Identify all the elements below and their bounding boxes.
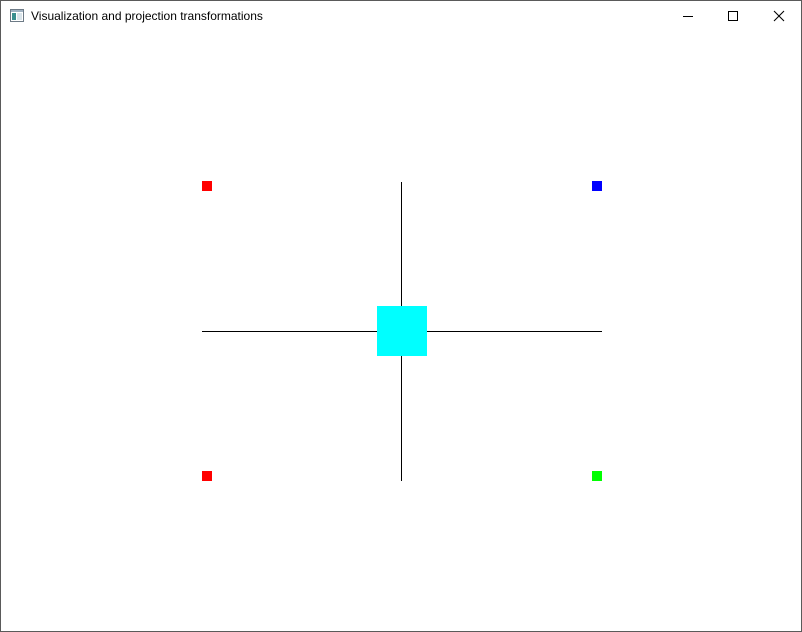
marker-bottom-right (592, 471, 602, 481)
title-bar[interactable]: Visualization and projection transformat… (1, 1, 801, 32)
marker-bottom-left (202, 471, 212, 481)
marker-top-right (592, 181, 602, 191)
close-icon (773, 10, 785, 22)
maximize-icon (728, 11, 738, 21)
minimize-icon (683, 16, 693, 17)
app-window: Visualization and projection transformat… (0, 0, 802, 632)
marker-top-left (202, 181, 212, 191)
render-canvas[interactable] (1, 32, 801, 631)
center-cyan-square (377, 306, 427, 356)
window-title: Visualization and projection transformat… (31, 9, 263, 23)
minimize-button[interactable] (665, 1, 711, 32)
app-window-icon (10, 9, 24, 22)
close-button[interactable] (756, 1, 802, 32)
maximize-button[interactable] (711, 1, 757, 32)
scene-drawing (202, 181, 602, 481)
